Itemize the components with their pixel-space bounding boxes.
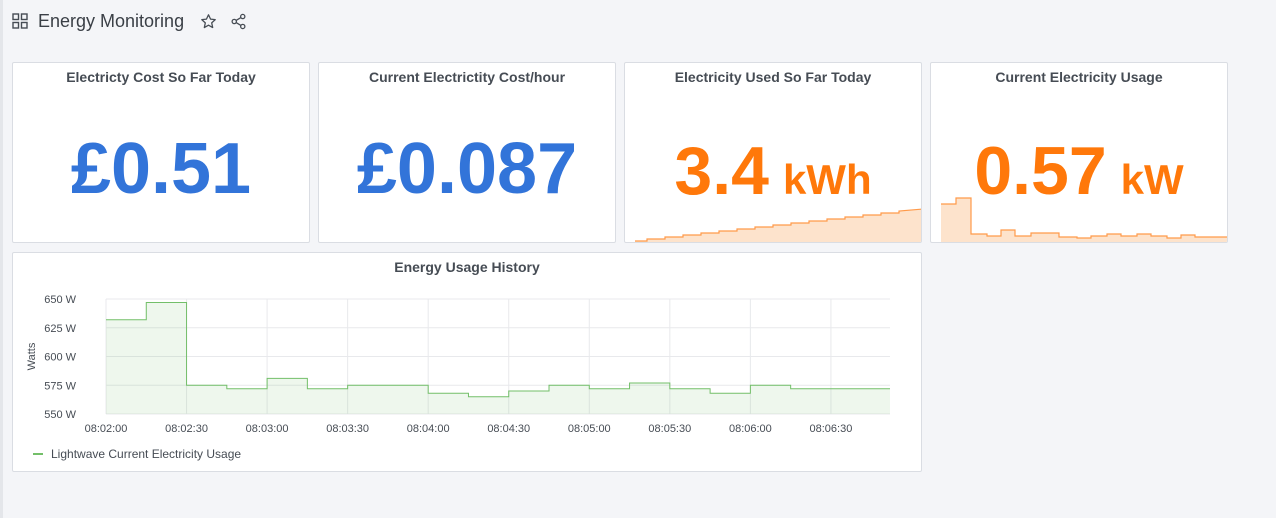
x-tick-label: 08:03:30: [326, 423, 369, 435]
share-icon[interactable]: [228, 11, 248, 31]
panel-title: Energy Usage History: [394, 259, 540, 275]
stat-value: 0.57 kW: [931, 137, 1227, 214]
history-chart: 550 W 575 W 600 W 625 W 650 W 08:02:00 08:02:3…: [26, 294, 890, 435]
x-tick-label: 08:06:00: [729, 423, 772, 435]
panel-cost-today[interactable]: Electricty Cost So Far Today £0.51: [12, 62, 310, 243]
x-tick-label: 08:02:00: [85, 423, 128, 435]
panel-energy-history[interactable]: Energy Usage History 550 W 575 W 600 W 625 …: [12, 252, 922, 472]
stat-number: 3.4: [674, 133, 769, 209]
dashboard-title[interactable]: Energy Monitoring: [38, 11, 184, 32]
stat-unit: kW: [1120, 156, 1184, 203]
stat-unit: kWh: [782, 156, 872, 203]
y-tick-label: 625 W: [44, 323, 76, 335]
chart-legend[interactable]: Lightwave Current Electricity Usage: [33, 447, 241, 461]
legend-swatch: [33, 453, 43, 455]
y-tick-label: 575 W: [44, 380, 76, 392]
panel-title: Electricty Cost So Far Today: [66, 69, 256, 85]
x-tick-label: 08:02:30: [165, 423, 208, 435]
panel-title: Current Electrictity Cost/hour: [368, 69, 566, 85]
panel-used-today[interactable]: Electricity Used So Far Today 3.4 kWh: [624, 62, 922, 243]
stat-value: £0.51: [70, 129, 252, 209]
stat-value: £0.087: [356, 129, 578, 209]
grid-icon[interactable]: [12, 13, 28, 29]
stat-number: 0.57: [974, 133, 1107, 209]
series-area: [106, 302, 890, 414]
x-tick-label: 08:06:30: [810, 423, 853, 435]
panel-cost-hour[interactable]: Current Electrictity Cost/hour £0.087: [318, 62, 616, 243]
x-tick-label: 08:04:00: [407, 423, 450, 435]
y-axis-label: Watts: [26, 342, 38, 370]
series-line: [106, 301, 890, 398]
x-tick-label: 08:05:00: [568, 423, 611, 435]
y-tick-label: 650 W: [44, 294, 76, 306]
panel-current-usage[interactable]: Current Electricity Usage 0.57 kW: [930, 62, 1228, 243]
stat-value: 3.4 kWh: [625, 137, 921, 214]
panel-title: Electricity Used So Far Today: [674, 69, 872, 85]
panel-title: Current Electricity Usage: [995, 69, 1163, 85]
x-tick-label: 08:04:30: [487, 423, 530, 435]
legend-label[interactable]: Lightwave Current Electricity Usage: [51, 447, 241, 461]
y-tick-label: 600 W: [44, 352, 76, 364]
page-scrollbar[interactable]: [0, 0, 3, 518]
y-tick-label: 550 W: [44, 409, 76, 421]
x-tick-label: 08:05:30: [648, 423, 691, 435]
star-icon[interactable]: [198, 11, 218, 31]
dashboard-header: Energy Monitoring: [12, 8, 258, 34]
x-tick-label: 08:03:00: [246, 423, 289, 435]
